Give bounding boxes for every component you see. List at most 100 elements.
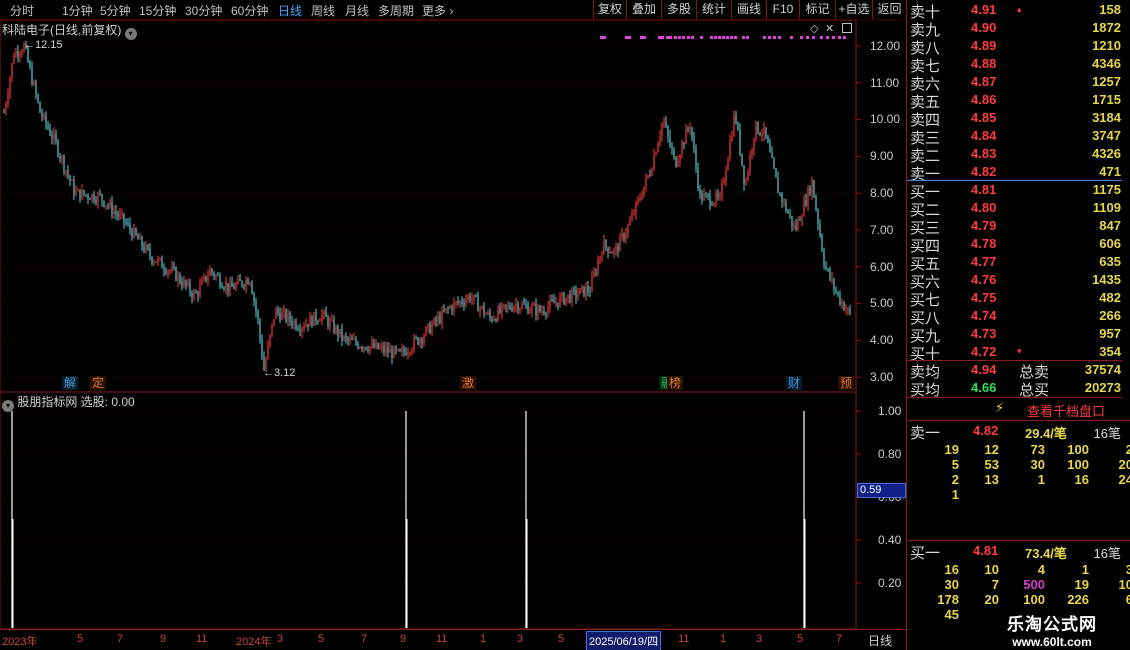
queue-cell: 13 — [984, 472, 999, 487]
bid-level-row[interactable]: 买五 4.77 635 — [907, 253, 1130, 273]
overlay-button[interactable]: 叠加 — [626, 0, 661, 19]
y-tick: 12.00 — [870, 39, 901, 53]
kline-body — [701, 193, 703, 201]
depth-button[interactable]: ⚡ 查看千档盘口 — [907, 398, 1130, 420]
bid-level-row[interactable]: 买八 4.74 266 — [907, 307, 1130, 327]
ask-level-row[interactable]: 卖七 4.88 4346 — [907, 55, 1130, 75]
ask-level-row[interactable]: 卖五 4.86 1715 — [907, 91, 1130, 111]
bid-level-row[interactable]: 买九 4.73 957 — [907, 325, 1130, 345]
crosshair-date-label: 2025/06/19/四 — [586, 631, 662, 650]
queue-divider — [907, 420, 1130, 421]
ask-level-price: 4.84 — [971, 128, 997, 143]
ask-level-price: 4.86 — [971, 92, 997, 107]
kline-body — [89, 198, 91, 201]
ask-level-row[interactable]: 卖八 4.89 1210 — [907, 37, 1130, 57]
close-icon[interactable]: ✕ — [825, 22, 834, 35]
bid-level-row[interactable]: 买四 4.78 606 — [907, 235, 1130, 255]
kline-body — [361, 347, 363, 349]
ranking-event-badge[interactable]: 榜 — [667, 376, 684, 390]
kline-body — [715, 193, 717, 204]
kline-body — [223, 287, 225, 289]
x-tick: 3 — [517, 633, 524, 645]
period-tab-monthly[interactable]: 月线 — [345, 2, 369, 19]
kline-body — [833, 278, 835, 289]
kline-body — [705, 194, 707, 196]
kline-body — [787, 211, 789, 214]
period-tab-60min[interactable]: 60分钟 — [231, 2, 268, 19]
kline-body — [303, 327, 305, 329]
maximize-icon[interactable] — [842, 23, 852, 33]
ask-level-row[interactable]: 卖一 4.82 471 — [907, 163, 1130, 183]
draw-line-button[interactable]: 画线 — [731, 0, 766, 19]
diamond-icon[interactable]: ◇ — [810, 22, 818, 35]
mark-button[interactable]: 标记 — [799, 0, 835, 19]
kline-body — [261, 338, 263, 358]
bid-level-row[interactable]: 买六 4.76 1435 — [907, 271, 1130, 291]
kline-body — [751, 149, 753, 155]
adjust-button[interactable]: 复权 — [593, 0, 626, 19]
kline-body — [333, 319, 335, 333]
forecast-event-badge[interactable]: 预 — [838, 376, 855, 390]
kline-body — [807, 187, 809, 206]
finance-event-badge[interactable]: 财 — [786, 376, 803, 390]
bid-level-row[interactable]: 买七 4.75 482 — [907, 289, 1130, 309]
kline-body — [515, 303, 517, 307]
queue-cell: 4 — [1037, 562, 1045, 577]
bid-level-row[interactable]: 买三 4.79 847 — [907, 217, 1130, 237]
dropdown-circle-icon[interactable]: ▾ — [124, 28, 137, 40]
kline-body — [145, 245, 147, 252]
kline-body — [109, 201, 111, 206]
period-tab-1min[interactable]: 1分钟 — [62, 2, 93, 19]
period-tab-timeshare[interactable]: 分时 — [10, 2, 34, 19]
statistics-button[interactable]: 统计 — [696, 0, 731, 19]
kline-body — [613, 249, 615, 253]
queue-cell: 16 — [1074, 472, 1089, 487]
ask-level-price: 4.91 — [971, 2, 997, 17]
kline-body — [173, 266, 175, 268]
ask-level-row[interactable]: 卖二 4.83 4326 — [907, 145, 1130, 165]
kline-chart[interactable]: 科陆电子(日线,前复权) ▾ ◇ ✕ ←12.15 ←3.12 12.00 11… — [0, 20, 906, 392]
indicator-chart[interactable]: ▾ 股朋指标网 选股: 0.00 1.00 0.80 0.60 0.40 0.2… — [0, 392, 906, 629]
kline-body — [601, 254, 603, 257]
period-tab-multi[interactable]: 多周期 — [378, 2, 414, 19]
signal-marker — [734, 36, 737, 39]
kline-body — [517, 303, 519, 311]
ask-level-volume: 4346 — [1092, 56, 1121, 71]
back-button[interactable]: 返回 — [872, 0, 906, 19]
period-tab-5min[interactable]: 5分钟 — [100, 2, 131, 19]
ask-level-row[interactable]: 卖九 4.90 1872 — [907, 19, 1130, 39]
add-watchlist-button[interactable]: +自选 — [835, 0, 872, 19]
dropdown-circle-icon[interactable]: ▾ — [2, 400, 14, 412]
kline-body — [193, 292, 195, 298]
kline-body — [463, 303, 465, 305]
period-tab-15min[interactable]: 15分钟 — [139, 2, 176, 19]
unlock-event-badge[interactable]: 解 — [62, 376, 79, 390]
bid-level-row[interactable]: 买一 4.81 1175 — [907, 181, 1130, 201]
ask-level-row[interactable]: 卖十 4.91 158 ▴ — [907, 1, 1130, 21]
ask-level-row[interactable]: 卖三 4.84 3747 — [907, 127, 1130, 147]
kline-body — [825, 265, 827, 270]
kline-canvas[interactable] — [0, 20, 906, 392]
bid-level-row[interactable]: 买十 4.72 354 ▾ — [907, 343, 1130, 363]
y-tick: 1.00 — [878, 404, 902, 418]
kline-body — [843, 302, 845, 311]
ask-level-row[interactable]: 卖六 4.87 1257 — [907, 73, 1130, 93]
kline-body — [275, 308, 277, 320]
placement-event-badge[interactable]: 定 — [90, 376, 107, 390]
period-tab-weekly[interactable]: 周线 — [311, 2, 335, 19]
period-tab-30min[interactable]: 30分钟 — [185, 2, 222, 19]
ask-level-row[interactable]: 卖四 4.85 3184 — [907, 109, 1130, 129]
multi-stock-button[interactable]: 多股 — [661, 0, 696, 19]
incentive-event-badge[interactable]: 激 — [460, 376, 477, 390]
bid-level-row[interactable]: 买二 4.80 1109 — [907, 199, 1130, 219]
kline-body — [453, 302, 455, 311]
kline-body — [823, 250, 825, 266]
indicator-canvas[interactable] — [0, 392, 906, 629]
kline-body — [181, 282, 183, 287]
queue-cell: 5 — [951, 457, 959, 472]
kline-body — [17, 51, 19, 57]
period-tab-daily[interactable]: 日线 — [278, 2, 302, 19]
x-tick: 9 — [400, 633, 407, 645]
period-tab-more[interactable]: 更多 › — [422, 2, 453, 19]
f10-button[interactable]: F10 — [766, 0, 799, 19]
